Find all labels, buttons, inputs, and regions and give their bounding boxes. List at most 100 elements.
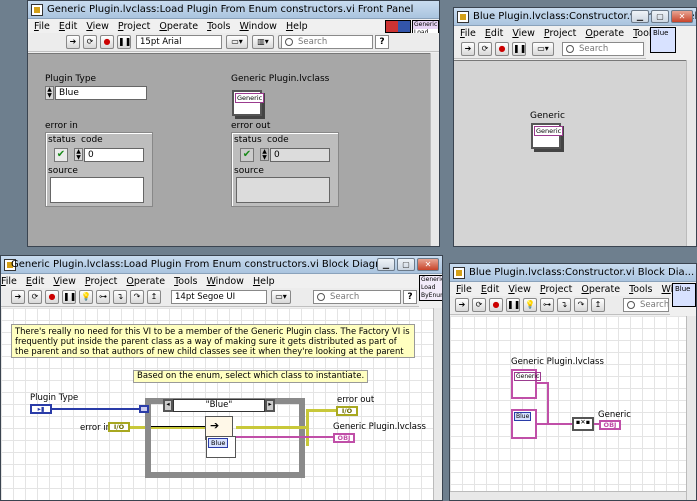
align-icon[interactable]: ▭▾ — [271, 290, 291, 304]
align-icon[interactable]: ▭▾ — [532, 42, 554, 56]
source-input[interactable] — [50, 177, 144, 203]
menu-view[interactable]: View — [53, 275, 76, 288]
font-selector[interactable]: 15pt Arial — [136, 35, 222, 49]
font-selector[interactable]: 14pt Segoe UI — [171, 290, 267, 304]
vi-connector-icon[interactable]: Generic Load ByEnum — [419, 275, 442, 301]
maximize-icon[interactable]: ▢ — [397, 258, 415, 271]
menu-tools[interactable]: Tools — [629, 283, 652, 296]
step-into-icon[interactable]: ↴ — [557, 298, 571, 312]
abort-icon[interactable]: ● — [489, 298, 503, 312]
step-out-icon[interactable]: ↥ — [147, 290, 161, 304]
abort-icon[interactable]: ● — [45, 290, 59, 304]
search-input[interactable]: Search — [313, 290, 401, 304]
align-icon[interactable]: ▭▾ — [226, 35, 248, 49]
vertical-scrollbar[interactable] — [686, 316, 696, 500]
menu-window[interactable]: Window — [239, 20, 276, 33]
menu-tools[interactable]: Tools — [174, 275, 197, 288]
step-out-icon[interactable]: ↥ — [591, 298, 605, 312]
menu-operate[interactable]: Operate — [581, 283, 620, 296]
run-arrow-icon[interactable]: ➔ — [455, 298, 469, 312]
to-more-generic-icon[interactable]: ▪✕▪ — [572, 417, 594, 431]
run-continuous-icon[interactable]: ⟳ — [28, 290, 42, 304]
pause-icon[interactable]: ❚❚ — [117, 35, 131, 49]
menu-project[interactable]: Project — [85, 275, 118, 288]
code-input[interactable]: 0 — [84, 148, 144, 162]
run-continuous-icon[interactable]: ⟳ — [83, 35, 97, 49]
menu-tools[interactable]: Tools — [207, 20, 230, 33]
highlight-execution-icon[interactable]: 💡 — [523, 298, 537, 312]
menu-help[interactable]: Help — [286, 20, 308, 33]
search-input[interactable]: Search — [281, 35, 373, 49]
vertical-scrollbar[interactable] — [686, 60, 696, 246]
menu-project[interactable]: Project — [544, 27, 577, 40]
menu-edit[interactable]: Edit — [59, 20, 77, 33]
vertical-scrollbar[interactable] — [430, 53, 439, 246]
toolbar: ➔ ⟳ ● ❚❚ ▭▾ Search — [454, 40, 646, 59]
menu-edit[interactable]: Edit — [481, 283, 499, 296]
menu-help[interactable]: Help — [253, 275, 275, 288]
abort-icon[interactable]: ● — [100, 35, 114, 49]
retain-wire-icon[interactable]: ⊶ — [540, 298, 554, 312]
menu-view[interactable]: View — [512, 27, 535, 40]
minimize-icon[interactable]: ▁ — [631, 10, 649, 23]
title-bar[interactable]: Blue Plugin.lvclass:Constructor.vi Block… — [450, 264, 696, 282]
close-icon[interactable]: ✕ — [417, 258, 439, 271]
horizontal-scrollbar[interactable] — [450, 491, 686, 500]
menu-file[interactable]: File — [460, 27, 476, 40]
menu-view[interactable]: View — [86, 20, 109, 33]
run-arrow-icon[interactable]: ➔ — [11, 290, 25, 304]
step-over-icon[interactable]: ↷ — [130, 290, 144, 304]
generic-out-terminal[interactable]: OBJ — [599, 420, 621, 430]
error-in-terminal[interactable]: I/O — [108, 422, 130, 432]
menu-view[interactable]: View — [508, 283, 531, 296]
vi-connector-icon[interactable]: Blue — [672, 283, 696, 307]
abort-icon[interactable]: ● — [495, 42, 509, 56]
generic-class-terminal[interactable]: OBJ — [333, 433, 355, 443]
plugin-type-enum[interactable]: Blue — [55, 86, 147, 100]
distribute-icon[interactable]: ▥▾ — [252, 35, 274, 49]
help-icon[interactable]: ? — [403, 290, 417, 304]
close-icon[interactable]: ✕ — [671, 10, 693, 23]
code-arrows[interactable]: ▲ ▼ — [74, 148, 83, 161]
enum-arrows[interactable]: ▲ ▼ — [45, 86, 54, 100]
maximize-icon[interactable]: ▢ — [651, 10, 669, 23]
search-input[interactable]: Search — [562, 42, 644, 56]
case-selector[interactable]: "Blue" — [173, 399, 265, 412]
run-arrow-icon[interactable]: ➔ — [66, 35, 80, 49]
connector-pane[interactable] — [385, 20, 411, 33]
run-continuous-icon[interactable]: ⟳ — [472, 298, 486, 312]
pause-icon[interactable]: ❚❚ — [62, 290, 76, 304]
run-arrow-icon[interactable]: ➔ — [461, 42, 475, 56]
menu-operate[interactable]: Operate — [126, 275, 165, 288]
minimize-icon[interactable]: ▁ — [377, 258, 395, 271]
menu-operate[interactable]: Operate — [585, 27, 624, 40]
run-continuous-icon[interactable]: ⟳ — [478, 42, 492, 56]
error-out-terminal[interactable]: I/O — [336, 406, 358, 416]
menu-file[interactable]: File — [456, 283, 472, 296]
search-input[interactable]: Search — [623, 298, 669, 312]
menu-operate[interactable]: Operate — [159, 20, 198, 33]
pause-icon[interactable]: ❚❚ — [512, 42, 526, 56]
step-into-icon[interactable]: ↴ — [113, 290, 127, 304]
title-bar[interactable]: Generic Plugin.lvclass:Load Plugin From … — [28, 1, 439, 19]
menu-file[interactable]: File — [34, 20, 50, 33]
menu-project[interactable]: Project — [540, 283, 573, 296]
title-bar[interactable]: Generic Plugin.lvclass:Load Plugin From … — [1, 256, 442, 274]
plugin-type-terminal[interactable]: ▸▮ — [30, 404, 52, 414]
case-increment-icon[interactable]: ▸ — [265, 399, 275, 412]
step-over-icon[interactable]: ↷ — [574, 298, 588, 312]
vertical-scrollbar[interactable] — [433, 308, 442, 500]
help-icon[interactable]: ? — [375, 35, 389, 49]
highlight-execution-icon[interactable]: 💡 — [79, 290, 93, 304]
menu-edit[interactable]: Edit — [26, 275, 44, 288]
menu-window[interactable]: Window — [206, 275, 243, 288]
menu-file[interactable]: File — [1, 275, 17, 288]
menu-project[interactable]: Project — [118, 20, 151, 33]
retain-wire-icon[interactable]: ⊶ — [96, 290, 110, 304]
pause-icon[interactable]: ❚❚ — [506, 298, 520, 312]
menu-edit[interactable]: Edit — [485, 27, 503, 40]
vi-connector-icon[interactable]: Blue — [650, 27, 676, 53]
case-decrement-icon[interactable]: ◂ — [163, 399, 173, 412]
status-check-icon[interactable]: ✔ — [54, 148, 68, 162]
title-bar[interactable]: Blue Plugin.lvclass:Constructor.vi Front… — [454, 8, 696, 26]
